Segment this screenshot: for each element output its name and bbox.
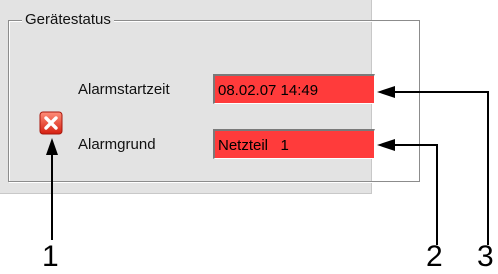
callout-arrow-3 <box>377 86 395 98</box>
callout-arrow-1 <box>46 138 58 155</box>
callout-lines <box>46 86 489 245</box>
callout-label-2: 2 <box>426 240 443 273</box>
callout-line-3 <box>383 91 489 245</box>
callout-arrow-2 <box>377 139 395 151</box>
callout-label-1: 1 <box>42 240 59 273</box>
callout-line-2 <box>383 144 438 245</box>
callout-label-3: 3 <box>477 240 494 273</box>
